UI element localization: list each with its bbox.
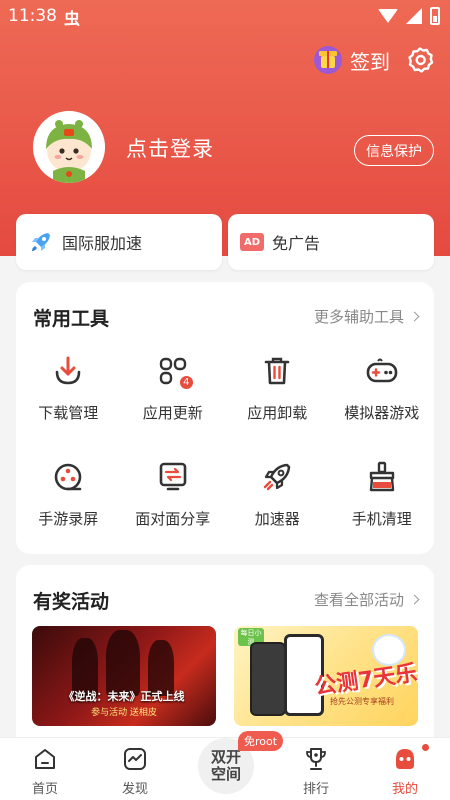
notification-dot: [422, 744, 429, 751]
nav-label: 首页: [31, 782, 58, 797]
update-count-badge: 4: [178, 375, 194, 390]
event-banner-public-test[interactable]: 每日小测 公测7天乐 抢先公测专享福利: [234, 626, 418, 726]
status-indicators: [378, 7, 440, 25]
phone-illustration: [250, 642, 286, 716]
status-time: 11:38: [8, 6, 57, 26]
trophy-icon: [306, 748, 326, 770]
gear-icon[interactable]: [405, 45, 435, 75]
tool-label: 面对面分享: [135, 510, 211, 528]
event-subcaption: 抢先公测专享福利: [330, 697, 394, 706]
tool-label: 下载管理: [38, 404, 99, 422]
all-events-link[interactable]: 查看全部活动: [313, 589, 420, 610]
tool-label: 加速器: [254, 510, 300, 528]
rocket-icon: [32, 233, 50, 251]
download-icon: [55, 356, 81, 385]
character-silhouette: [106, 630, 140, 696]
common-tools-card: 常用工具 更多辅助工具 下载管理 4 应用更新 应用卸载 模拟器游戏 手游录屏 …: [16, 282, 434, 554]
home-icon: [35, 749, 55, 769]
more-tools-label: 更多辅助工具: [313, 308, 404, 326]
ad-icon: AD: [240, 233, 264, 251]
privacy-protection-button[interactable]: 信息保护: [354, 135, 434, 166]
event-subcaption: 参与活动 送相皮: [91, 708, 157, 718]
no-ads-card[interactable]: AD 免广告: [228, 214, 434, 270]
event-title: 公测7天乐: [313, 660, 418, 701]
nav-ranking[interactable]: 排行: [286, 746, 346, 797]
checkin-button[interactable]: 签到: [314, 45, 390, 75]
event-caption: 《逆战：未来》正式上线: [63, 690, 185, 703]
mine-icon: [396, 749, 414, 769]
nav-discover[interactable]: 发现: [105, 746, 165, 797]
promo-label: 国际服加速: [62, 234, 143, 253]
nav-label: 发现: [121, 782, 148, 797]
app-notification-icon: 虫: [64, 9, 81, 28]
section-title: 有奖活动: [33, 591, 110, 613]
tool-screen-record[interactable]: 手游录屏: [16, 450, 121, 556]
film-reel-icon: [54, 463, 82, 491]
tool-face-to-face-share[interactable]: 面对面分享: [121, 450, 226, 556]
tool-app-update[interactable]: 4 应用更新: [121, 344, 226, 450]
checkin-label: 签到: [350, 49, 390, 74]
nav-mine[interactable]: 我的: [375, 746, 435, 797]
trash-icon: [264, 357, 290, 385]
international-acceleration-card[interactable]: 国际服加速: [16, 214, 222, 270]
gift-icon: [314, 46, 342, 74]
tool-emulator-games[interactable]: 模拟器游戏: [330, 344, 435, 450]
tool-label: 模拟器游戏: [344, 404, 420, 422]
app-update-icon: 4: [156, 354, 194, 390]
login-link[interactable]: 点击登录: [126, 133, 214, 163]
more-tools-link[interactable]: 更多辅助工具: [313, 306, 420, 327]
tool-label: 应用卸载: [247, 404, 308, 422]
status-bar: 11:38 虫: [0, 0, 450, 32]
tool-label: 手游录屏: [38, 510, 99, 528]
share-transfer-icon: [159, 462, 187, 491]
rocket-icon: [264, 463, 291, 491]
discover-icon: [124, 748, 146, 770]
tool-accelerator[interactable]: 加速器: [225, 450, 330, 556]
broom-icon: [369, 461, 394, 492]
avatar[interactable]: [33, 111, 105, 183]
tool-app-uninstall[interactable]: 应用卸载: [225, 344, 330, 450]
mascot-avatar-icon: [33, 111, 105, 183]
reward-events-card: 有奖活动 查看全部活动 《逆战：未来》正式上线 参与活动 送相皮 每日小测 公测…: [16, 565, 434, 755]
event-banner-nizhan[interactable]: 《逆战：未来》正式上线 参与活动 送相皮: [32, 626, 216, 726]
nav-label: 我的: [391, 782, 418, 797]
promo-label: 免广告: [272, 234, 321, 253]
tool-label: 应用更新: [142, 404, 203, 422]
chevron-right-icon: [409, 311, 420, 322]
wifi-icon: [378, 9, 398, 23]
tool-phone-cleanup[interactable]: 手机清理: [330, 450, 435, 556]
no-root-badge: 免root: [238, 731, 284, 751]
chevron-right-icon: [409, 594, 420, 605]
tools-grid: 下载管理 4 应用更新 应用卸载 模拟器游戏 手游录屏 面对面分享 加速器 手机…: [16, 344, 434, 556]
nav-label: 排行: [302, 782, 329, 797]
signal-icon: [406, 8, 422, 24]
tool-label: 手机清理: [351, 510, 412, 528]
all-events-label: 查看全部活动: [313, 591, 404, 609]
battery-icon: [430, 7, 440, 25]
tool-download-manager[interactable]: 下载管理: [16, 344, 121, 450]
nav-home[interactable]: 首页: [15, 746, 75, 797]
section-title: 常用工具: [33, 308, 110, 330]
gamepad-icon: [366, 358, 398, 383]
